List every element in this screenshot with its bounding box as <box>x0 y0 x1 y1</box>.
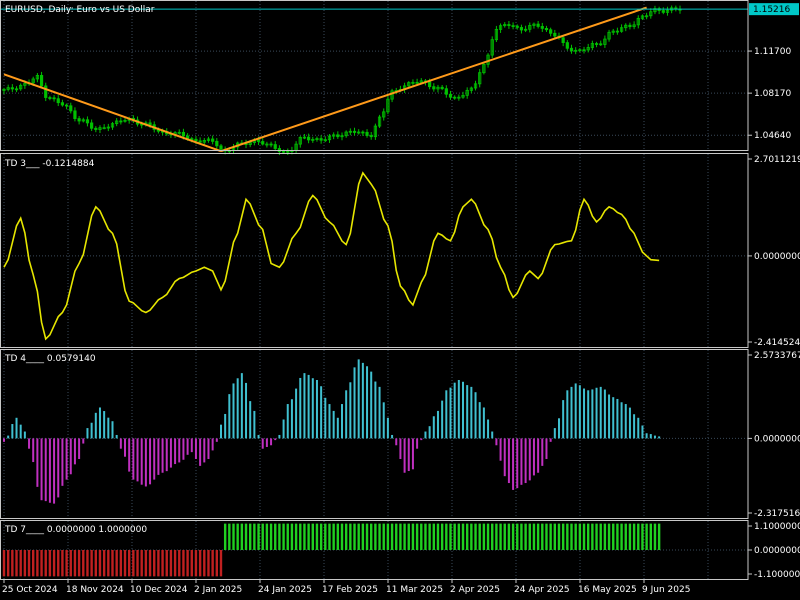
candle-body <box>269 143 273 146</box>
candle-body <box>211 138 215 142</box>
candle-body <box>440 86 444 90</box>
candle-body <box>549 29 553 34</box>
td7-y-tick-label: 0.0000000 <box>754 546 800 556</box>
candle-body <box>119 120 123 123</box>
candle-body <box>511 25 515 28</box>
td4-y-tick-label: -2.3175166 <box>754 509 800 519</box>
td3-y-tick-label: 2.7011219 <box>754 155 800 165</box>
candle-body <box>565 42 569 49</box>
candle-body <box>536 23 540 27</box>
candle-body <box>148 122 152 126</box>
x-tick-label: 11 Mar 2025 <box>386 585 443 595</box>
candle-body <box>261 141 265 145</box>
candle-body <box>515 25 519 28</box>
x-tick-label: 25 Oct 2024 <box>2 585 58 595</box>
candle-body <box>39 75 44 87</box>
x-tick-label: 10 Dec 2024 <box>130 585 188 595</box>
candle-body <box>77 118 81 122</box>
candle-body <box>448 93 453 98</box>
candle-body <box>628 24 632 28</box>
td7-pane-title: TD 7____ 0.0000000 1.0000000 <box>4 525 147 535</box>
candle-body <box>415 81 419 84</box>
candle-body <box>361 131 365 134</box>
candle-body <box>336 134 340 138</box>
td3-pane-title: TD 3___ -0.1214884 <box>4 159 95 169</box>
candle-body <box>73 110 77 119</box>
x-tick-label: 18 Nov 2024 <box>66 585 124 595</box>
td7-y-axis: 1.1000000 0.0000000 -1.1000000 <box>748 522 800 580</box>
x-tick-label: 2 Jan 2025 <box>194 585 242 595</box>
td4-y-tick-label: 0.0000000 <box>754 434 800 444</box>
trading-chart[interactable]: EURUSD, Daily: Euro vs US Dollar 1.11700… <box>0 0 800 600</box>
td4-pane-title: TD 4____ 0.0579140 <box>4 354 96 364</box>
td7-y-tick-label: 1.1000000 <box>754 522 800 532</box>
candle-body <box>94 127 98 130</box>
candle-body <box>181 131 186 137</box>
candle-body <box>352 130 357 133</box>
candle-body <box>365 131 369 136</box>
candle-body <box>198 140 202 143</box>
x-tick-label: 17 Feb 2025 <box>322 585 378 595</box>
price-y-tick-label: 1.11700 <box>754 47 791 57</box>
price-y-tick-label: 1.08170 <box>754 89 791 99</box>
candle-body <box>561 37 565 43</box>
candle-body <box>60 102 65 106</box>
candle-body <box>582 49 586 52</box>
td7-y-tick-label: -1.1000000 <box>754 570 800 580</box>
candle-body <box>273 144 277 149</box>
x-tick-label: 16 May 2025 <box>578 585 637 595</box>
candle-body <box>507 24 511 27</box>
candle-body <box>599 43 603 46</box>
candle-body <box>194 138 198 142</box>
candle-body <box>307 136 311 141</box>
candle-body <box>90 122 94 129</box>
candle-body <box>615 30 620 33</box>
candle-body <box>553 32 557 37</box>
td4-y-tick-label: 2.5733767 <box>754 351 800 361</box>
candle-body <box>319 138 323 141</box>
candle-body <box>569 47 574 52</box>
x-tick-label: 24 Jan 2025 <box>258 585 312 595</box>
candle-body <box>432 86 436 90</box>
candle-body <box>56 98 60 104</box>
candle-body <box>215 140 219 147</box>
price-pane-title: EURUSD, Daily: Euro vs US Dollar <box>5 5 155 15</box>
candle-body <box>428 81 432 88</box>
price-y-tick-label: 1.04640 <box>754 131 791 141</box>
candle-body <box>69 105 73 112</box>
x-tick-label: 24 Apr 2025 <box>514 585 570 595</box>
x-tick-label: 2 Apr 2025 <box>450 585 500 595</box>
candle-body <box>519 27 524 31</box>
candle-body <box>661 10 665 13</box>
candle-body <box>256 139 261 142</box>
candle-body <box>544 27 549 31</box>
candle-body <box>10 87 14 90</box>
candle-body <box>369 135 373 138</box>
candle-body <box>444 88 448 95</box>
candle-body <box>44 85 48 98</box>
candle-body <box>453 96 457 99</box>
candle-body <box>594 43 599 45</box>
candle-body <box>85 119 90 124</box>
candle-body <box>286 150 290 153</box>
candle-body <box>64 104 69 107</box>
candle-body <box>540 26 544 29</box>
td3-y-tick-label: 0.0000000 <box>754 252 800 262</box>
candle-body <box>52 97 56 100</box>
candle-body <box>48 97 52 99</box>
candle-body <box>219 145 223 150</box>
current-price-label: 1.15216 <box>753 5 790 15</box>
x-tick-label: 9 Jun 2025 <box>642 585 690 595</box>
td3-y-tick-label: -2.4145245 <box>754 338 800 348</box>
